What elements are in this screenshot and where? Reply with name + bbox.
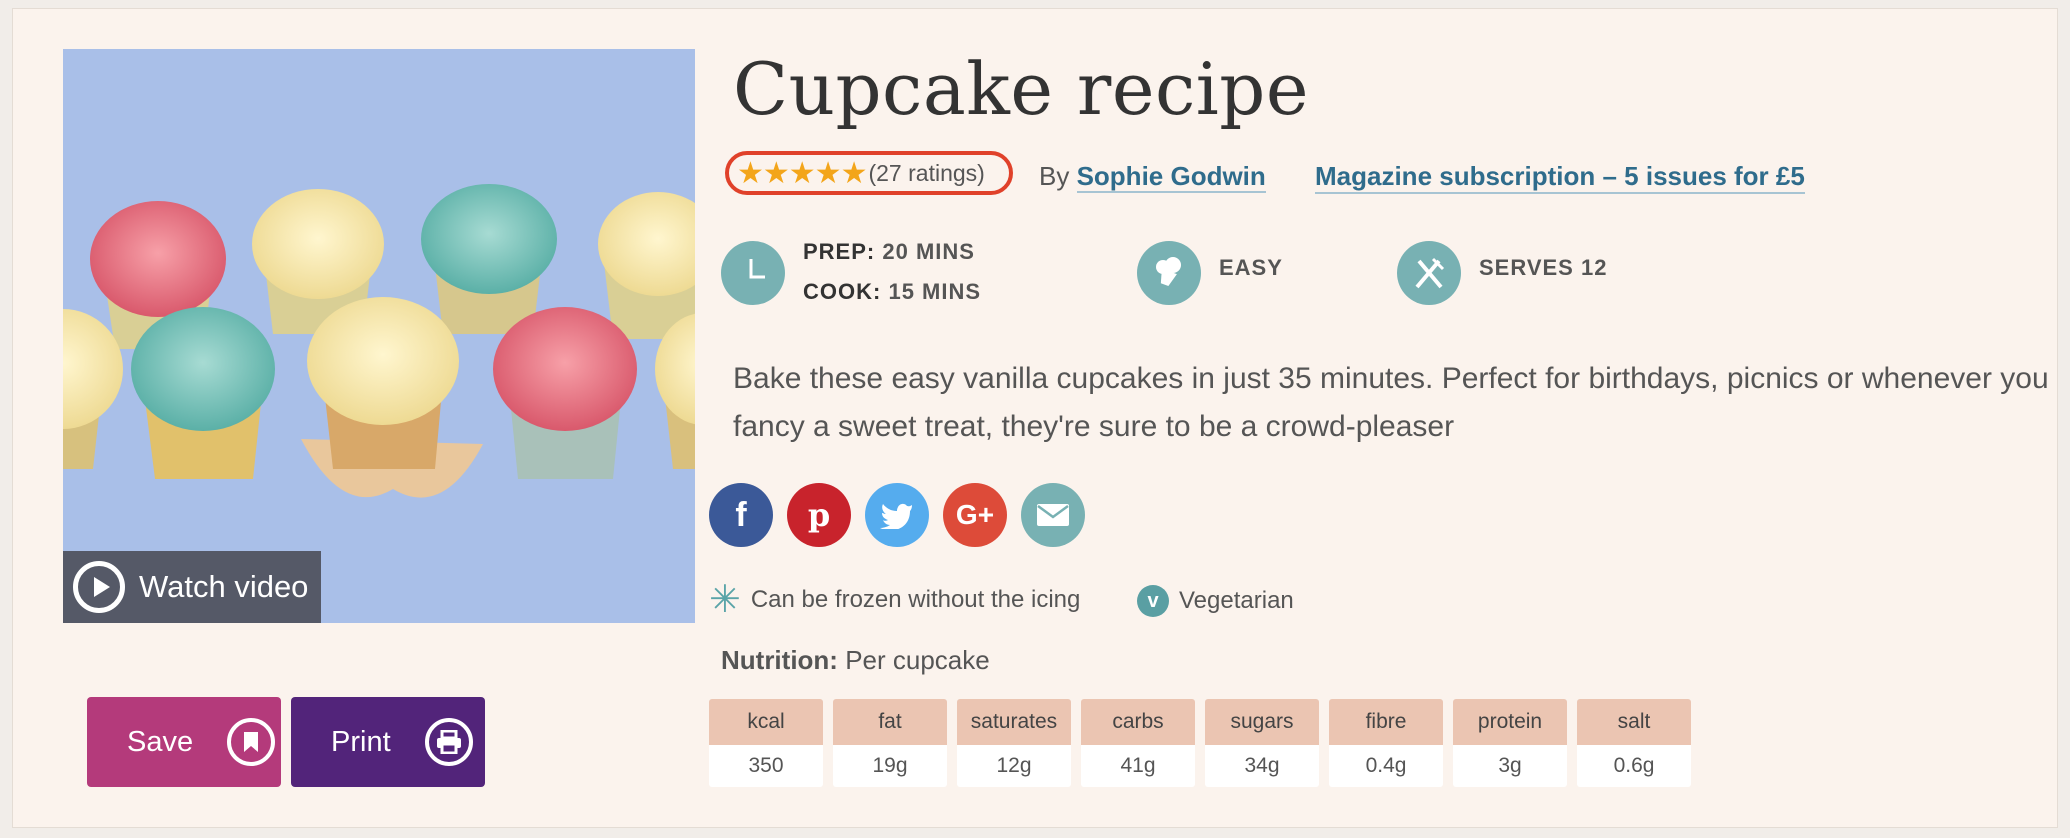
cutlery-icon: [1397, 241, 1461, 305]
prep-time: PREP: 20 MINS: [803, 239, 975, 265]
prep-value: 20 MINS: [882, 239, 975, 264]
nutrition-value: 350: [709, 745, 823, 787]
ratings-count: (27 ratings): [868, 159, 985, 186]
printer-icon: [424, 718, 473, 766]
nutrition-value: 19g: [833, 745, 947, 787]
rating-widget[interactable]: ★★★★★ (27 ratings): [725, 151, 1013, 195]
pinterest-icon: p: [807, 496, 831, 534]
watch-video-button[interactable]: Watch video: [63, 551, 321, 623]
snowflake-icon: ✳: [709, 579, 741, 621]
nutrition-heading: Nutrition: Per cupcake: [721, 645, 990, 676]
twitter-icon: [880, 503, 912, 529]
nutrition-item-protein: protein 3g: [1453, 699, 1567, 787]
freezable-label: Can be frozen without the icing: [750, 586, 1081, 613]
nutrition-item-kcal: kcal 350: [709, 699, 823, 787]
subscription-link[interactable]: Magazine subscription – 5 issues for £5: [1315, 161, 1805, 194]
facebook-share-button[interactable]: f: [709, 483, 773, 547]
nutrition-name: saturates: [957, 699, 1071, 745]
nutrition-label: Nutrition:: [721, 645, 838, 675]
nutrition-item-fibre: fibre 0.4g: [1329, 699, 1443, 787]
cook-value: 15 MINS: [888, 279, 982, 304]
nutrition-name: fat: [833, 699, 947, 745]
facebook-icon: f: [735, 495, 747, 534]
nutrition-per: Per cupcake: [845, 645, 990, 675]
cupcakes-photo: [63, 49, 695, 623]
pinterest-share-button[interactable]: p: [787, 483, 851, 547]
nutrition-item-saturates: saturates 12g: [957, 699, 1071, 787]
twitter-share-button[interactable]: [865, 483, 929, 547]
google-plus-icon: G+: [955, 499, 995, 530]
nutrition-item-salt: salt 0.6g: [1577, 699, 1691, 787]
nutrition-name: fibre: [1329, 699, 1443, 745]
cook-time: COOK: 15 MINS: [803, 279, 981, 305]
recipe-image[interactable]: Watch video: [63, 49, 695, 623]
byline: By Sophie Godwin: [1039, 161, 1266, 193]
byline-prefix: By: [1039, 161, 1070, 191]
nutrition-value: 0.6g: [1577, 745, 1691, 787]
chef-hat-icon: [1137, 241, 1201, 305]
clock-icon: [721, 241, 785, 305]
save-label: Save: [127, 725, 194, 758]
nutrition-name: carbs: [1081, 699, 1195, 745]
star-rating-icon: ★★★★★: [737, 156, 867, 190]
nutrition-name: salt: [1577, 699, 1691, 745]
nutrition-item-sugars: sugars 34g: [1205, 699, 1319, 787]
bookmark-icon: [227, 718, 276, 766]
play-icon: [73, 561, 125, 613]
nutrition-value: 0.4g: [1329, 745, 1443, 787]
nutrition-value: 34g: [1205, 745, 1319, 787]
print-button[interactable]: Print: [291, 697, 485, 787]
nutrition-name: sugars: [1205, 699, 1319, 745]
nutrition-name: kcal: [709, 699, 823, 745]
envelope-icon: [1037, 504, 1069, 526]
email-share-button[interactable]: [1021, 483, 1085, 547]
recipe-description: Bake these easy vanilla cupcakes in just…: [733, 362, 2049, 443]
difficulty: EASY: [1219, 255, 1283, 280]
vegetarian-icon: v: [1137, 585, 1169, 617]
watch-video-label: Watch video: [139, 569, 309, 604]
freezable-tag: ✳ Can be frozen without the icing: [709, 579, 1081, 621]
nutrition-value: 41g: [1081, 745, 1195, 787]
nutrition-value: 3g: [1453, 745, 1567, 787]
vegetarian-tag: v Vegetarian: [1137, 585, 1294, 617]
save-button[interactable]: Save: [87, 697, 281, 787]
prep-label: PREP:: [803, 239, 876, 264]
nutrition-item-carbs: carbs 41g: [1081, 699, 1195, 787]
nutrition-value: 12g: [957, 745, 1071, 787]
serves: SERVES 12: [1479, 255, 1608, 280]
google-plus-share-button[interactable]: G+: [943, 483, 1007, 547]
vegetarian-label: Vegetarian: [1179, 587, 1294, 614]
page-title: Cupcake recipe: [733, 47, 1310, 131]
nutrition-name: protein: [1453, 699, 1567, 745]
cook-label: COOK:: [803, 279, 882, 304]
nutrition-item-fat: fat 19g: [833, 699, 947, 787]
recipe-card: Watch video Save Print Cupcake recipe ★★…: [12, 8, 2058, 828]
print-label: Print: [331, 725, 391, 758]
author-link[interactable]: Sophie Godwin: [1076, 161, 1266, 193]
